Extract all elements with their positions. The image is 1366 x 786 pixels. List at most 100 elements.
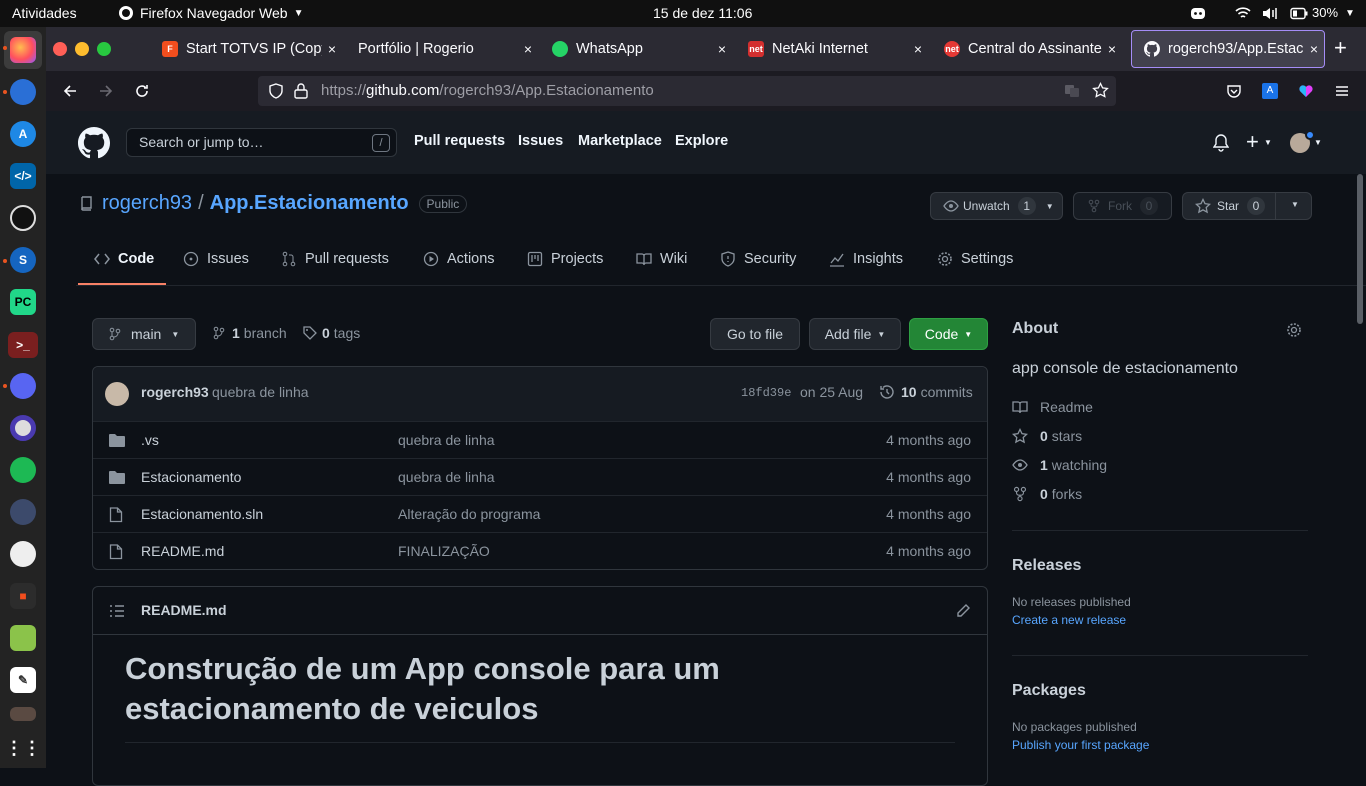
tab-settings[interactable]: Settings: [937, 251, 1013, 267]
window-maximize-button[interactable]: [97, 42, 111, 56]
firefox-icon[interactable]: [10, 37, 36, 63]
list-icon[interactable]: [109, 604, 125, 618]
file-row[interactable]: Estacionamento.sln Alteração do programa…: [93, 495, 987, 532]
battery-icon[interactable]: [1290, 7, 1308, 20]
close-tab-icon[interactable]: ×: [322, 41, 342, 57]
readme-link[interactable]: Readme: [1012, 399, 1093, 415]
file-row[interactable]: Estacionamento quebra de linha 4 months …: [93, 458, 987, 495]
mysql-icon[interactable]: [10, 499, 36, 525]
chrome-icon[interactable]: [10, 79, 36, 105]
tab-issues[interactable]: Issues: [183, 251, 249, 267]
discord-tray-icon[interactable]: [1190, 7, 1206, 20]
close-tab-icon[interactable]: ×: [518, 41, 538, 57]
file-commit-message[interactable]: Alteração do programa: [398, 506, 540, 522]
system-menu-chevron-icon[interactable]: ▼: [1345, 8, 1355, 19]
go-to-file-button[interactable]: Go to file: [710, 318, 800, 350]
close-tab-icon[interactable]: ×: [1304, 41, 1324, 57]
avatar[interactable]: [105, 382, 129, 406]
clock[interactable]: 15 de dez 11:06: [653, 5, 752, 21]
file-name[interactable]: Estacionamento: [141, 469, 241, 485]
back-icon[interactable]: [62, 83, 78, 99]
nav-pull-requests[interactable]: Pull requests: [414, 133, 505, 149]
new-tab-button[interactable]: +: [1334, 35, 1347, 61]
trash-icon[interactable]: [10, 707, 36, 721]
file-row[interactable]: .vs quebra de linha 4 months ago: [93, 421, 987, 458]
activities-button[interactable]: Atividades: [12, 5, 77, 21]
terminal-icon[interactable]: >_: [8, 332, 38, 358]
figma-icon[interactable]: ■: [10, 583, 36, 609]
search-input[interactable]: Search or jump to… /: [126, 128, 397, 157]
create-release-link[interactable]: Create a new release: [1012, 613, 1126, 627]
tab-projects[interactable]: Projects: [527, 251, 603, 267]
github-logo-icon[interactable]: [78, 127, 110, 159]
inkscape-icon[interactable]: ✎: [10, 667, 36, 693]
file-commit-message[interactable]: quebra de linha: [398, 469, 495, 485]
plus-create-icon[interactable]: +: [1246, 129, 1259, 155]
webcam-icon[interactable]: [10, 541, 36, 567]
close-tab-icon[interactable]: ×: [908, 41, 928, 57]
window-close-button[interactable]: [53, 42, 67, 56]
tab-actions[interactable]: Actions: [423, 251, 495, 267]
readme-filename[interactable]: README.md: [141, 602, 227, 618]
app-store-icon[interactable]: A: [10, 121, 36, 147]
fork-button[interactable]: Fork 0: [1073, 192, 1172, 220]
volume-icon[interactable]: [1262, 7, 1278, 20]
packages-title[interactable]: Packages: [1012, 682, 1086, 700]
unwatch-button[interactable]: Unwatch 1 ▼: [930, 192, 1063, 220]
discord-icon[interactable]: [10, 373, 36, 399]
commit-author[interactable]: rogerch93: [141, 384, 209, 400]
branches-link[interactable]: 1 branch: [213, 325, 287, 341]
commit-message[interactable]: quebra de linha: [212, 384, 309, 400]
repo-name-link[interactable]: App.Estacionamento: [210, 192, 409, 215]
commits-link[interactable]: 10 commits: [879, 384, 973, 400]
show-apps-icon[interactable]: ⋮⋮: [5, 735, 41, 761]
file-commit-message[interactable]: FINALIZAÇÃO: [398, 543, 490, 559]
publish-package-link[interactable]: Publish your first package: [1012, 738, 1149, 752]
wifi-icon[interactable]: [1235, 7, 1251, 20]
file-name[interactable]: README.md: [141, 543, 224, 559]
close-tab-icon[interactable]: ×: [712, 41, 732, 57]
eclipse-icon[interactable]: [10, 415, 36, 441]
browser-tab[interactable]: Portfólio | Rogerio ×: [346, 30, 538, 68]
add-file-button[interactable]: Add file ▼: [809, 318, 901, 350]
forks-link[interactable]: 0 forks: [1012, 486, 1082, 502]
gear-icon[interactable]: [1286, 322, 1302, 338]
hamburger-menu-icon[interactable]: [1334, 83, 1350, 99]
window-minimize-button[interactable]: [75, 42, 89, 56]
page-scrollbar[interactable]: [1357, 174, 1363, 324]
pencil-icon[interactable]: [955, 603, 971, 619]
chevron-down-icon[interactable]: ▼: [1264, 138, 1272, 147]
extension-heart-icon[interactable]: [1298, 83, 1314, 99]
browser-tab[interactable]: F Start TOTVS IP (Copy ×: [150, 30, 342, 68]
tab-code[interactable]: Code: [94, 251, 154, 267]
shield-icon[interactable]: [268, 83, 284, 99]
pycharm-icon[interactable]: PC: [10, 289, 36, 315]
text-editor-icon[interactable]: [10, 625, 36, 651]
google-translate-icon[interactable]: A: [1262, 83, 1278, 99]
browser-tab[interactable]: WhatsApp ×: [540, 30, 732, 68]
chevron-down-icon[interactable]: ▼: [1314, 138, 1322, 147]
file-name[interactable]: Estacionamento.sln: [141, 506, 263, 522]
lock-icon[interactable]: [294, 83, 308, 99]
file-commit-message[interactable]: quebra de linha: [398, 432, 495, 448]
chevron-down-icon[interactable]: ▼: [1291, 200, 1299, 209]
tab-insights[interactable]: Insights: [829, 251, 903, 267]
file-name[interactable]: .vs: [141, 432, 159, 448]
browser-tab[interactable]: net Central do Assinante ×: [932, 30, 1122, 68]
browser-tab-active[interactable]: rogerch93/App.Estacionamento ×: [1131, 30, 1325, 68]
close-tab-icon[interactable]: ×: [1102, 41, 1122, 57]
tab-security[interactable]: Security: [720, 251, 796, 267]
app-menu[interactable]: Firefox Navegador Web ▼: [118, 5, 304, 21]
releases-title[interactable]: Releases: [1012, 557, 1081, 575]
translate-icon[interactable]: [1064, 83, 1080, 99]
forward-icon[interactable]: [98, 83, 114, 99]
reload-icon[interactable]: [134, 83, 150, 99]
bookmark-star-icon[interactable]: [1092, 82, 1109, 99]
pocket-icon[interactable]: [1226, 83, 1242, 99]
obs-icon[interactable]: [10, 205, 36, 231]
tab-pull-requests[interactable]: Pull requests: [281, 251, 389, 267]
steam-icon[interactable]: S: [10, 247, 36, 273]
nav-issues[interactable]: Issues: [518, 133, 563, 149]
repo-owner-link[interactable]: rogerch93: [102, 192, 192, 215]
tab-wiki[interactable]: Wiki: [636, 251, 687, 267]
